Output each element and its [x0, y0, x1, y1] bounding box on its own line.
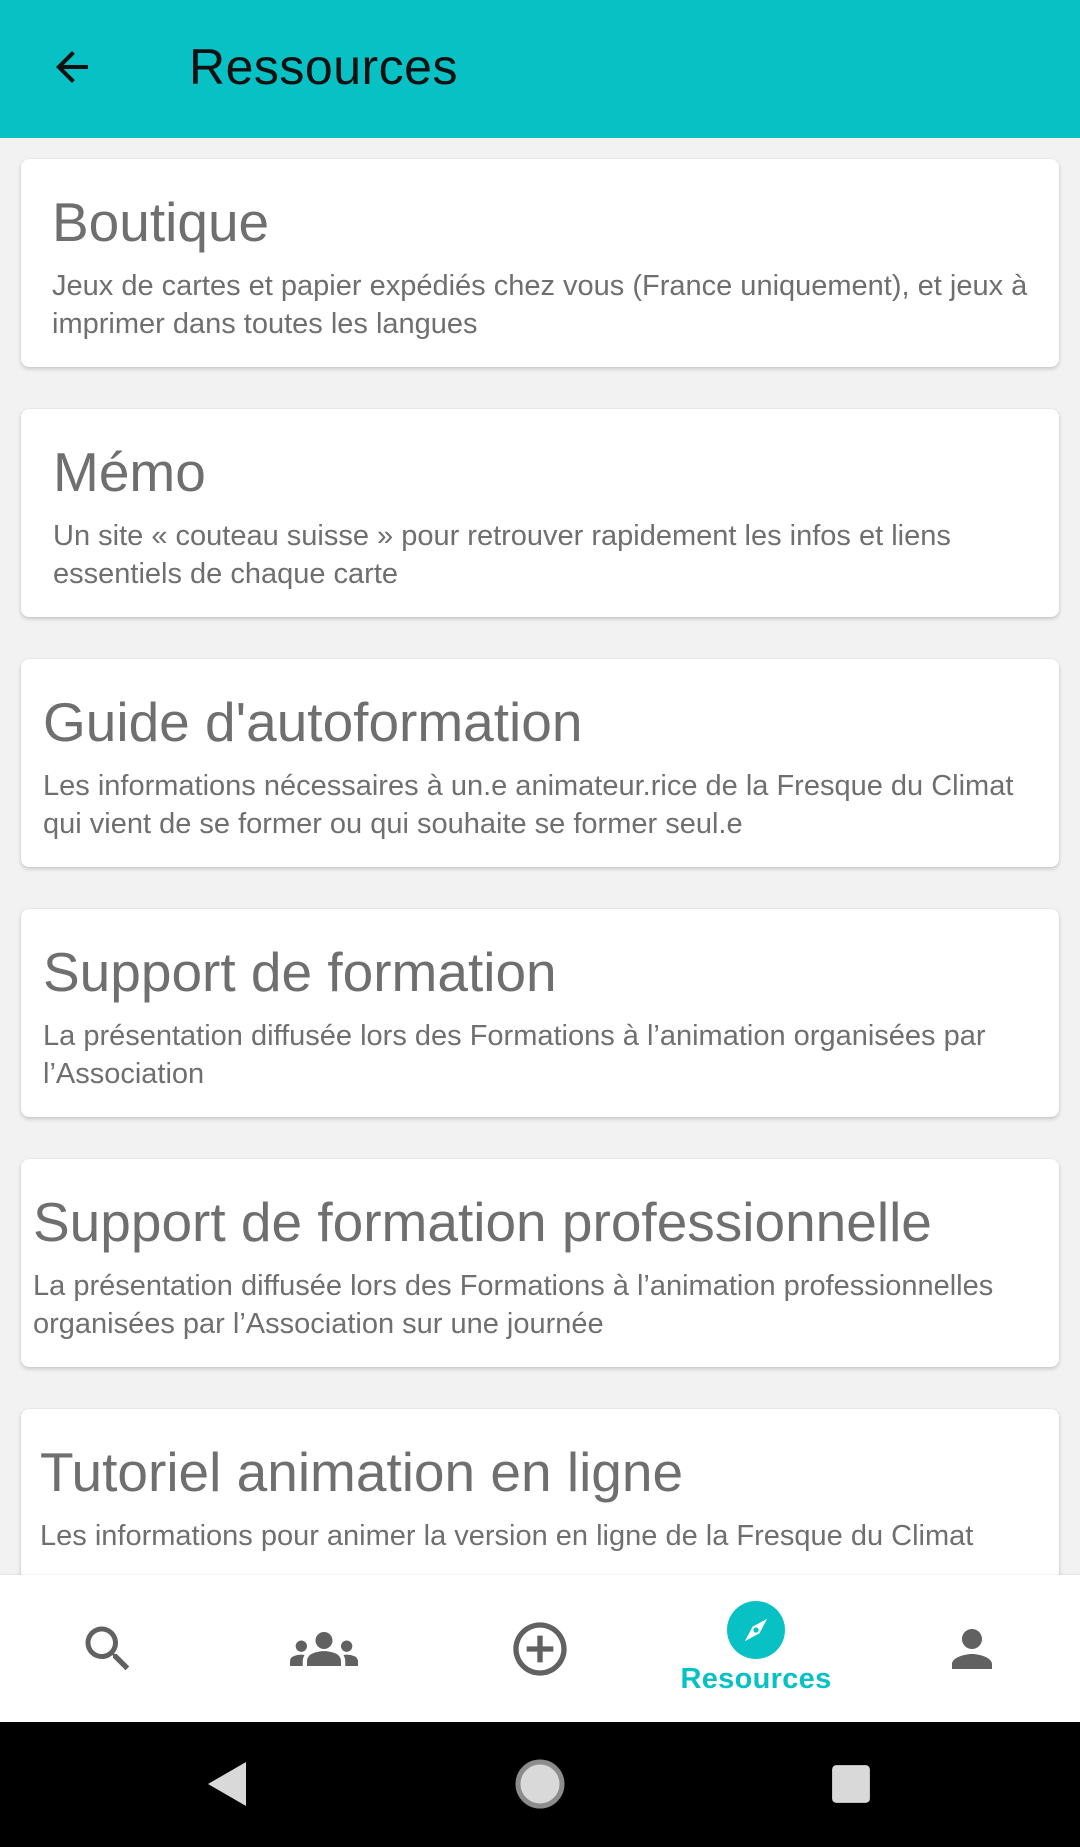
- card-description: Jeux de cartes et papier expédiés chez v…: [52, 270, 1028, 340]
- nav-resources[interactable]: Resources: [648, 1575, 864, 1722]
- card-title: Boutique: [52, 191, 270, 253]
- system-recents-button[interactable]: [811, 1744, 891, 1824]
- resource-card-boutique[interactable]: Boutique Jeux de cartes et papier expédi…: [21, 159, 1059, 367]
- system-back-button[interactable]: [186, 1744, 266, 1824]
- card-description: Les informations nécessaires à un.e anim…: [43, 770, 1014, 840]
- card-description: La présentation diffusée lors des Format…: [43, 1020, 986, 1090]
- back-button[interactable]: [36, 31, 108, 103]
- card-description: Les informations pour animer la version …: [40, 1520, 974, 1552]
- arrow-back-icon: [56, 51, 88, 83]
- card-title: Guide d'autoformation: [43, 691, 583, 753]
- nav-resources-label: Resources: [680, 1663, 832, 1695]
- resource-card-support-formation[interactable]: Support de formation La présentation dif…: [21, 909, 1059, 1117]
- back-triangle-icon: [208, 1762, 246, 1806]
- group-icon: [290, 1631, 358, 1666]
- card-title: Mémo: [53, 441, 206, 503]
- home-circle-icon: [515, 1759, 565, 1809]
- card-description: Un site « couteau suisse » pour retrouve…: [53, 520, 951, 590]
- nav-add[interactable]: [432, 1575, 648, 1722]
- bottom-navigation: Resources: [0, 1575, 1080, 1722]
- resource-card-memo[interactable]: Mémo Un site « couteau suisse » pour ret…: [21, 409, 1059, 617]
- resource-card-guide-autoformation[interactable]: Guide d'autoformation Les informations n…: [21, 659, 1059, 867]
- system-home-button[interactable]: [500, 1744, 580, 1824]
- search-icon: [85, 1626, 130, 1670]
- resource-list[interactable]: Boutique Jeux de cartes et papier expédi…: [0, 138, 1080, 1575]
- resource-card-tutoriel-en-ligne[interactable]: Tutoriel animation en ligne Les informat…: [21, 1409, 1059, 1575]
- card-title: Tutoriel animation en ligne: [40, 1441, 684, 1503]
- system-navigation-bar: [0, 1722, 1080, 1847]
- card-title: Support de formation professionnelle: [33, 1191, 932, 1253]
- card-title: Support de formation: [43, 941, 557, 1003]
- compass-icon: [727, 1601, 785, 1659]
- page-title: Ressources: [189, 39, 458, 95]
- card-description: La présentation diffusée lors des Format…: [33, 1270, 994, 1340]
- app-bar: Ressources: [0, 0, 1080, 138]
- recents-square-icon: [832, 1765, 870, 1803]
- nav-groups[interactable]: [216, 1575, 432, 1722]
- nav-search[interactable]: [0, 1575, 216, 1722]
- nav-profile[interactable]: [864, 1575, 1080, 1722]
- resource-card-support-formation-pro[interactable]: Support de formation professionnelle La …: [21, 1159, 1059, 1367]
- person-icon: [952, 1628, 992, 1669]
- add-circle-icon: [513, 1621, 567, 1676]
